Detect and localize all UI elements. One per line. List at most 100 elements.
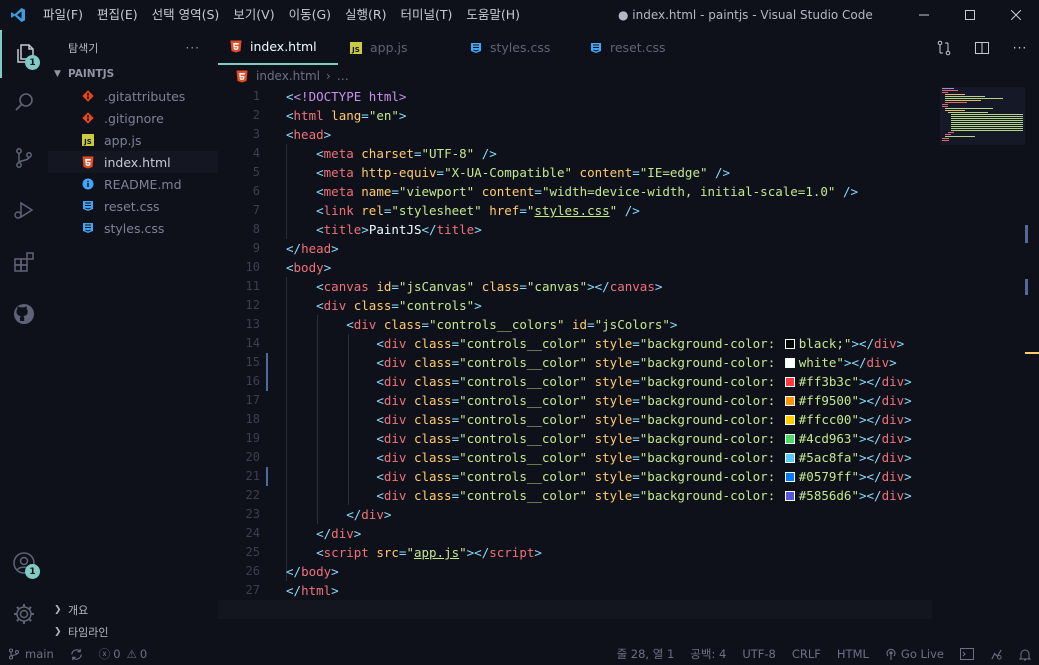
tab-styles-css[interactable]: styles.css	[458, 30, 578, 65]
source-control-button[interactable]	[0, 134, 48, 182]
file-item[interactable]: JS app.js	[48, 129, 218, 151]
tab-label: app.js	[370, 40, 408, 55]
code-line: <div class="controls__color" style="back…	[376, 469, 912, 484]
style-value: "background-color:	[639, 450, 783, 465]
file-item[interactable]: index.html	[48, 151, 218, 173]
color-class-value: "controls__color"	[459, 412, 588, 427]
split-editor-button[interactable]	[963, 30, 1001, 65]
script-src-link[interactable]: app.js	[414, 545, 459, 560]
accounts-button[interactable]: 1	[0, 539, 48, 587]
tab-reset-css[interactable]: reset.css	[578, 30, 698, 65]
color-swatch[interactable]	[784, 377, 795, 387]
menu-go[interactable]: 이동(G)	[282, 0, 338, 30]
code-line: <div class="controls__color" style="back…	[376, 336, 905, 351]
menu-view[interactable]: 보기(V)	[226, 0, 281, 30]
close-button[interactable]	[993, 0, 1039, 30]
more-editor-actions-button[interactable]: ···	[1001, 30, 1039, 65]
chevron-right-icon: ❯	[54, 627, 62, 637]
window-controls	[901, 0, 1039, 30]
workspace-folder[interactable]: ▼ PAINTJS	[48, 63, 218, 85]
split-editor-icon	[975, 41, 989, 54]
extensions-button[interactable]	[0, 238, 48, 286]
code-editor[interactable]: 1 2 3 4 5 6 7 8 9 10 11 12 13 14 15 16 17 18 19 20 21 22 23 24 2…	[218, 87, 1039, 643]
color-swatch[interactable]	[784, 453, 795, 463]
file-item[interactable]: .gitattributes	[48, 85, 218, 107]
outline-section[interactable]: ❯ 개요	[48, 599, 218, 621]
sync-button[interactable]	[62, 643, 91, 665]
indentation[interactable]: 공백: 4	[682, 643, 734, 665]
menu-terminal[interactable]: 터미널(T)	[394, 0, 460, 30]
compare-icon	[937, 40, 951, 55]
remote-button[interactable]	[952, 643, 982, 665]
file-item[interactable]: README.md	[48, 173, 218, 195]
menu-selection[interactable]: 선택 영역(S)	[145, 0, 227, 30]
svg-text:JS: JS	[351, 46, 360, 54]
svg-text:JS: JS	[83, 138, 92, 146]
chevron-down-icon: ▼	[54, 69, 61, 79]
menu-file[interactable]: 파일(F)	[36, 0, 90, 30]
doctype-text: <!DOCTYPE html>	[293, 89, 407, 104]
minimize-button[interactable]	[901, 0, 947, 30]
color-value: #ffcc00	[798, 412, 852, 427]
line-number: 22	[245, 488, 260, 502]
color-class-value: "controls__color"	[459, 374, 588, 389]
minimap[interactable]	[940, 87, 1025, 643]
cursor-position[interactable]: 줄 28, 열 1	[609, 643, 683, 665]
branch-indicator[interactable]: main	[0, 643, 62, 665]
feedback-icon	[991, 649, 1002, 660]
breadcrumb: index.html › …	[218, 65, 1039, 87]
search-button[interactable]	[0, 78, 48, 126]
color-swatch[interactable]	[784, 472, 795, 482]
color-swatch[interactable]	[784, 491, 795, 501]
line-number: 7	[252, 203, 260, 217]
html-icon	[230, 40, 242, 53]
file-item[interactable]: reset.css	[48, 195, 218, 217]
end-of-line[interactable]: CRLF	[784, 643, 829, 665]
open-changes-button[interactable]	[925, 30, 963, 65]
line-number: 12	[245, 298, 260, 312]
settings-button[interactable]	[0, 590, 48, 638]
menu-run[interactable]: 실행(R)	[338, 0, 393, 30]
feedback-button[interactable]	[982, 643, 1011, 665]
notifications-button[interactable]	[1011, 643, 1039, 665]
timeline-section[interactable]: ❯ 타임라인	[48, 621, 218, 643]
breadcrumb-more[interactable]: …	[337, 69, 349, 83]
problems-indicator[interactable]: ⓧ 0 ⚠ 0	[91, 643, 155, 665]
file-item[interactable]: styles.css	[48, 217, 218, 239]
language-mode[interactable]: HTML	[829, 643, 877, 665]
line-number: 25	[245, 545, 260, 559]
canvas-class-value: "canvas"	[526, 279, 588, 294]
tab-app-js[interactable]: JS app.js	[338, 30, 458, 65]
file-item[interactable]: .gitignore	[48, 107, 218, 129]
breadcrumb-file[interactable]: index.html	[256, 69, 320, 83]
code-line: <body>	[286, 260, 332, 275]
minimize-icon	[919, 14, 929, 16]
line-number: 14	[245, 336, 260, 350]
menu-help[interactable]: 도움말(H)	[459, 0, 527, 30]
github-button[interactable]	[0, 290, 48, 338]
explorer-button[interactable]: 1	[0, 30, 48, 78]
encoding[interactable]: UTF-8	[734, 643, 784, 665]
color-value: #4cd963	[798, 431, 852, 446]
maximize-button[interactable]	[947, 0, 993, 30]
more-actions-button[interactable]: ···	[186, 41, 200, 55]
color-class-value: "controls__color"	[459, 431, 588, 446]
color-swatch[interactable]	[784, 415, 795, 425]
menu-edit[interactable]: 편집(E)	[90, 0, 145, 30]
code-line: <canvas id="jsCanvas" class="canvas"></c…	[316, 279, 663, 294]
href-link[interactable]: styles.css	[534, 203, 609, 218]
run-debug-button[interactable]	[0, 186, 48, 234]
file-name: .gitattributes	[104, 88, 186, 104]
overview-ruler[interactable]	[1025, 87, 1039, 643]
current-line[interactable]	[218, 600, 932, 619]
style-value: "background-color:	[639, 374, 783, 389]
style-value: "background-color:	[639, 355, 783, 370]
go-live-button[interactable]: Go Live	[877, 643, 952, 665]
color-class-value: "controls__color"	[459, 488, 588, 503]
color-swatch[interactable]	[784, 396, 795, 406]
color-swatch[interactable]	[784, 358, 795, 368]
status-bar: main ⓧ 0 ⚠ 0 줄 28, 열 1 공백: 4 UTF-8 CRLF …	[0, 643, 1039, 665]
tab-index-html[interactable]: index.html	[218, 30, 338, 65]
color-swatch[interactable]	[784, 339, 795, 349]
color-swatch[interactable]	[784, 434, 795, 444]
